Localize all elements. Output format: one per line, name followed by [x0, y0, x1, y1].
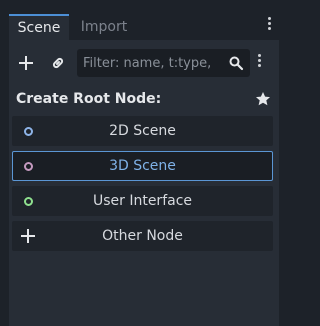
create-other-node-button[interactable]: Other Node — [12, 221, 273, 251]
create-user-interface-button[interactable]: User Interface — [12, 186, 273, 216]
create-user-interface-label: User Interface — [92, 193, 193, 209]
create-3d-scene-label: 3D Scene — [109, 158, 176, 174]
instantiate-scene-button[interactable] — [46, 51, 70, 75]
create-2d-scene-button[interactable]: 2D Scene — [12, 116, 273, 146]
plus-icon — [19, 56, 33, 70]
tab-scene[interactable]: Scene — [9, 14, 69, 40]
create-root-header: Create Root Node: — [16, 88, 271, 110]
scene-dock: Scene Import Filter: name, t:type, Creat… — [0, 0, 279, 326]
dock-menu-icon[interactable] — [266, 15, 272, 35]
add-node-button[interactable] — [14, 51, 38, 75]
create-root-title: Create Root Node: — [16, 91, 162, 107]
tab-import[interactable]: Import — [72, 14, 136, 40]
filter-nodes-field[interactable] — [77, 49, 250, 77]
link-icon — [52, 57, 64, 69]
create-2d-scene-label: 2D Scene — [109, 123, 176, 139]
scene-options-icon[interactable] — [255, 53, 263, 73]
scene-toolbar — [9, 40, 279, 84]
create-other-node-label: Other Node — [102, 228, 183, 244]
search-icon — [229, 56, 244, 71]
dock-tab-bar: Scene Import — [0, 0, 279, 40]
scene-panel: Create Root Node: 2D Scene 3D Scene User… — [9, 40, 279, 326]
create-3d-scene-button[interactable]: 3D Scene — [12, 151, 273, 181]
filter-nodes-input[interactable] — [83, 55, 221, 71]
favorites-star-icon[interactable] — [255, 91, 271, 107]
